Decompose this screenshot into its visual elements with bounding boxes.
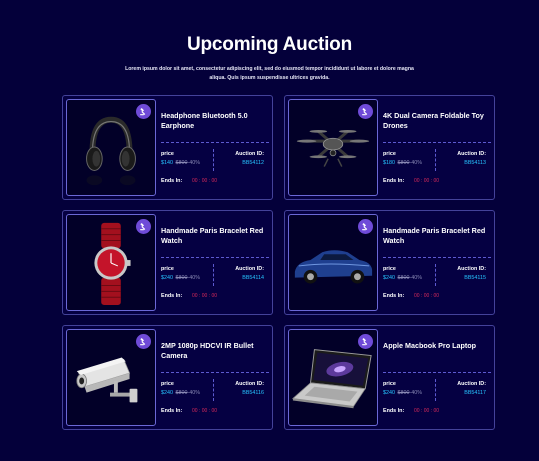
- product-name[interactable]: 4K Dual Camera Foldable Toy Drones: [383, 111, 489, 131]
- ends-in-label: Ends In:: [383, 293, 405, 299]
- price-value: $180 $800-40%: [383, 160, 422, 166]
- auction-id-label: Auction ID:: [457, 151, 486, 157]
- auction-card[interactable]: Headphone Bluetooth 5.0 Earphone price A…: [62, 95, 273, 200]
- section-header: Upcoming Auction Lorem ipsum dolor sit a…: [0, 34, 539, 82]
- auction-card[interactable]: 4K Dual Camera Foldable Toy Drones price…: [284, 95, 495, 200]
- price-label: price: [383, 151, 396, 157]
- auction-id-value: BB54116: [242, 390, 264, 396]
- product-name[interactable]: Handmade Paris Bracelet Red Watch: [161, 226, 267, 246]
- auction-id-value: BB54115: [464, 275, 486, 281]
- countdown-timer: 00 : 00 : 00: [414, 293, 440, 299]
- divider: [435, 264, 436, 286]
- auction-card[interactable]: Handmade Paris Bracelet Red Watch price …: [62, 210, 273, 315]
- product-name[interactable]: 2MP 1080p HDCVI IR Bullet Camera: [161, 341, 267, 361]
- discount: -40%: [409, 160, 423, 166]
- countdown-timer: 00 : 00 : 00: [192, 178, 218, 184]
- auction-card[interactable]: Apple Macbook Pro Laptop price Auction I…: [284, 325, 495, 430]
- countdown-timer: 00 : 00 : 00: [414, 178, 440, 184]
- price-value: $140 $800-40%: [161, 160, 200, 166]
- divider: [161, 142, 269, 143]
- divider: [213, 149, 214, 171]
- current-price: $140: [161, 160, 173, 166]
- auction-id-label: Auction ID:: [457, 266, 486, 272]
- current-price: $180: [383, 160, 395, 166]
- ends-in-label: Ends In:: [383, 408, 405, 414]
- auction-id-value: BB54117: [464, 390, 486, 396]
- discount: -40%: [409, 275, 423, 281]
- current-price: $240: [383, 390, 395, 396]
- auction-id-value: BB54112: [242, 160, 264, 166]
- countdown-timer: 00 : 00 : 00: [192, 293, 218, 299]
- page-title: Upcoming Auction: [187, 34, 352, 55]
- ends-in-label: Ends In:: [161, 293, 183, 299]
- discount: -40%: [187, 390, 201, 396]
- discount: -40%: [187, 160, 201, 166]
- auction-card[interactable]: Handmade Paris Bracelet Red Watch price …: [284, 210, 495, 315]
- product-name[interactable]: Handmade Paris Bracelet Red Watch: [383, 226, 489, 246]
- old-price: $800: [397, 275, 410, 281]
- auction-badge[interactable]: [136, 334, 151, 349]
- divider: [383, 257, 491, 258]
- auction-badge[interactable]: [358, 219, 373, 234]
- price-value: $240 $800-40%: [161, 390, 200, 396]
- auction-id-value: BB54113: [464, 160, 486, 166]
- product-name[interactable]: Headphone Bluetooth 5.0 Earphone: [161, 111, 267, 131]
- price-label: price: [383, 381, 396, 387]
- auction-badge[interactable]: [358, 104, 373, 119]
- gavel-icon: [139, 222, 148, 231]
- price-label: price: [161, 151, 174, 157]
- price-value: $240 $800-40%: [161, 275, 200, 281]
- price-label: price: [161, 381, 174, 387]
- auction-id-value: BB54114: [242, 275, 264, 281]
- auction-badge[interactable]: [358, 334, 373, 349]
- old-price: $800: [175, 160, 188, 166]
- page-subtitle: Lorem ipsum dolor sit amet, consectetur …: [125, 66, 414, 81]
- current-price: $240: [161, 390, 173, 396]
- gavel-icon: [361, 107, 370, 116]
- divider: [383, 372, 491, 373]
- auction-grid: Headphone Bluetooth 5.0 Earphone price A…: [62, 95, 495, 430]
- current-price: $240: [161, 275, 173, 281]
- auction-id-label: Auction ID:: [235, 151, 264, 157]
- auction-id-label: Auction ID:: [235, 381, 264, 387]
- ends-in-label: Ends In:: [161, 178, 183, 184]
- countdown-timer: 00 : 00 : 00: [192, 408, 218, 414]
- auction-card[interactable]: 2MP 1080p HDCVI IR Bullet Camera price A…: [62, 325, 273, 430]
- divider: [435, 379, 436, 401]
- auction-id-label: Auction ID:: [235, 266, 264, 272]
- old-price: $800: [175, 390, 188, 396]
- auction-badge[interactable]: [136, 104, 151, 119]
- auction-id-label: Auction ID:: [457, 381, 486, 387]
- divider: [213, 379, 214, 401]
- old-price: $800: [175, 275, 188, 281]
- divider: [161, 257, 269, 258]
- price-label: price: [383, 266, 396, 272]
- old-price: $800: [397, 390, 410, 396]
- discount: -40%: [187, 275, 201, 281]
- divider: [435, 149, 436, 171]
- gavel-icon: [139, 337, 148, 346]
- divider: [213, 264, 214, 286]
- auction-badge[interactable]: [136, 219, 151, 234]
- old-price: $800: [397, 160, 410, 166]
- ends-in-label: Ends In:: [161, 408, 183, 414]
- price-value: $240 $800-40%: [383, 390, 422, 396]
- gavel-icon: [361, 337, 370, 346]
- price-value: $240 $800-40%: [383, 275, 422, 281]
- divider: [383, 142, 491, 143]
- price-label: price: [161, 266, 174, 272]
- current-price: $240: [383, 275, 395, 281]
- discount: -40%: [409, 390, 423, 396]
- product-name[interactable]: Apple Macbook Pro Laptop: [383, 341, 489, 351]
- ends-in-label: Ends In:: [383, 178, 405, 184]
- divider: [161, 372, 269, 373]
- gavel-icon: [139, 107, 148, 116]
- countdown-timer: 00 : 00 : 00: [414, 408, 440, 414]
- gavel-icon: [361, 222, 370, 231]
